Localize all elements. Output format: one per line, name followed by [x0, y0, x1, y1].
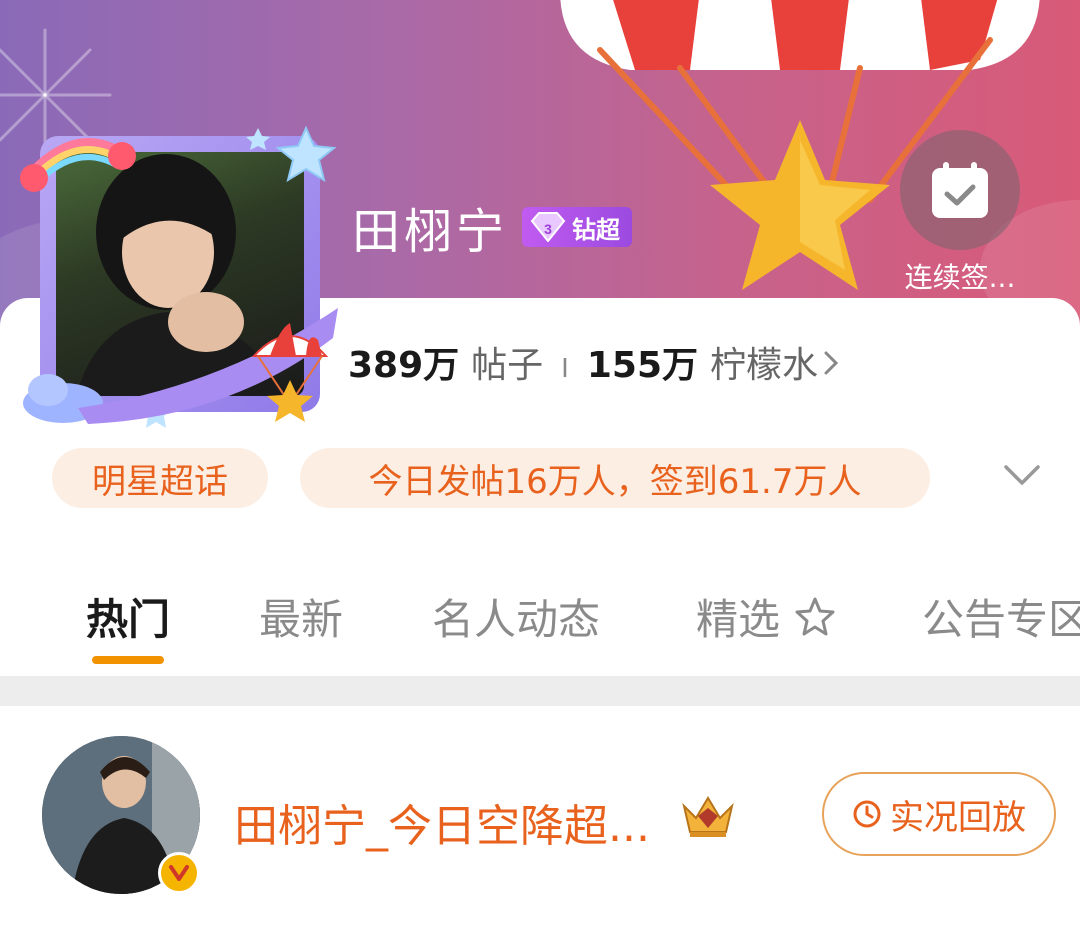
checkin-streak-label[interactable]: 连续签...	[880, 256, 1040, 296]
posts-label: 帖子	[471, 345, 544, 386]
live-replay-button[interactable]: 实况回放	[822, 772, 1056, 856]
tab-latest[interactable]: 最新	[259, 586, 343, 647]
category-tag[interactable]: 明星超话	[52, 448, 268, 508]
clock-icon	[853, 800, 881, 828]
level-number: 3	[544, 221, 552, 237]
tab-featured-label: 精选	[696, 595, 781, 644]
level-badge-label: 钻超	[572, 215, 621, 244]
tab-celebrity-updates[interactable]: 名人动态	[432, 586, 600, 647]
verified-v-icon	[158, 852, 200, 894]
checkin-streak-button[interactable]	[900, 130, 1020, 250]
chevron-right-icon	[822, 347, 840, 385]
live-replay-label: 实况回放	[890, 797, 1026, 838]
activity-tag[interactable]: 今日发帖16万人，签到61.7万人	[300, 448, 930, 508]
tab-hot[interactable]: 热门	[86, 586, 170, 647]
calendar-check-icon	[932, 162, 988, 218]
fans-count: 155万	[586, 345, 698, 386]
star-sparkle-icon	[795, 597, 835, 636]
stats-separator: I	[561, 354, 569, 384]
posts-count: 389万	[348, 345, 460, 386]
level-badge[interactable]: 3 钻超	[522, 207, 633, 247]
chevron-down-icon[interactable]	[1000, 455, 1044, 495]
content-tabs: 热门 最新 名人动态 精选 公告专区	[0, 586, 1080, 666]
title-row: 田栩宁 3 钻超	[352, 192, 633, 262]
active-tab-indicator	[92, 656, 164, 664]
topic-stats[interactable]: 389万 帖子 I 155万 柠檬水	[348, 336, 840, 388]
page-title: 田栩宁	[352, 204, 509, 260]
tab-featured[interactable]: 精选	[696, 586, 837, 647]
fans-label: 柠檬水	[710, 345, 819, 386]
post-title[interactable]: 田栩宁_今日空降超...	[234, 790, 650, 854]
section-divider	[0, 676, 1080, 706]
topic-avatar[interactable]	[18, 118, 348, 438]
avatar-decorations	[20, 125, 338, 428]
tab-announcements[interactable]: 公告专区	[922, 586, 1080, 647]
crown-icon	[682, 796, 734, 837]
diamond-icon: 3	[530, 212, 566, 242]
